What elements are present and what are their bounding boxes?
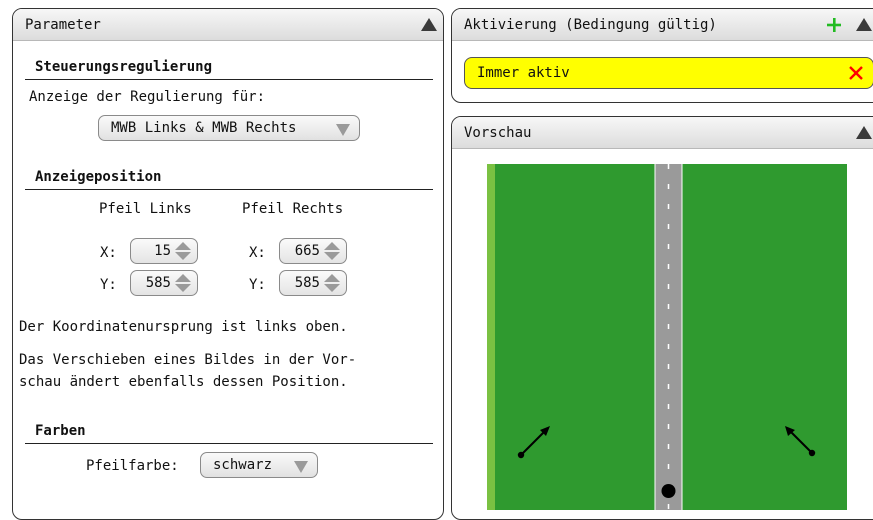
road-green-right [682, 164, 847, 510]
vorschau-header[interactable]: Vorschau [452, 117, 873, 149]
right-x-stepper[interactable]: 665 [279, 238, 347, 264]
right-y-value: 585 [294, 275, 320, 291]
move-note-line2: schau ändert ebenfalls dessen Position. [19, 374, 348, 390]
origin-note: Der Koordinatenursprung ist links oben. [19, 319, 348, 335]
vehicle-marker [661, 484, 676, 498]
road-green-left [487, 164, 655, 510]
position-divider [25, 189, 433, 190]
steuerung-label: Anzeige der Regulierung für: [29, 89, 266, 105]
condition-label: Immer aktiv [477, 65, 570, 81]
steuerung-divider [25, 79, 433, 80]
aktivierung-title: Aktivierung (Bedingung gültig) [464, 16, 717, 33]
vorschau-title: Vorschau [464, 124, 532, 141]
condition-item[interactable]: Immer aktiv [464, 57, 873, 89]
increment-icon[interactable] [324, 242, 340, 250]
aktivierung-header[interactable]: Aktivierung (Bedingung gültig) [452, 9, 873, 41]
parameter-header[interactable]: Parameter [13, 9, 443, 41]
collapse-icon[interactable] [856, 18, 872, 31]
right-y-label: Y: [249, 277, 266, 293]
left-y-stepper[interactable]: 585 [130, 270, 198, 296]
right-x-label: X: [249, 245, 266, 261]
collapse-icon[interactable] [421, 18, 437, 31]
pfeil-rechts-label: Pfeil Rechts [242, 201, 344, 217]
left-x-stepper[interactable]: 15 [130, 238, 198, 264]
regulierung-select-value: MWB Links & MWB Rechts [111, 120, 297, 136]
steuerung-heading: Steuerungsregulierung [35, 59, 213, 75]
right-y-stepper[interactable]: 585 [279, 270, 347, 296]
road-edge [487, 164, 495, 510]
farben-divider [25, 443, 433, 444]
chevron-down-icon [294, 461, 308, 473]
left-x-value: 15 [154, 243, 171, 259]
right-x-value: 665 [294, 243, 320, 259]
left-y-label: Y: [100, 277, 117, 293]
decrement-icon[interactable] [175, 252, 191, 260]
center-road [655, 164, 682, 510]
chevron-down-icon [336, 124, 350, 136]
pfeilfarbe-label: Pfeilfarbe: [86, 458, 179, 474]
preview-canvas[interactable] [487, 164, 847, 510]
delete-icon[interactable] [848, 65, 864, 81]
pfeilfarbe-select-value: schwarz [213, 457, 273, 473]
move-note-line1: Das Verschieben eines Bildes in der Vor- [19, 352, 357, 368]
add-icon[interactable] [826, 17, 842, 33]
decrement-icon[interactable] [324, 252, 340, 260]
increment-icon[interactable] [175, 242, 191, 250]
left-x-label: X: [100, 245, 117, 261]
vorschau-panel: Vorschau [451, 116, 873, 520]
increment-icon[interactable] [324, 274, 340, 282]
parameter-title: Parameter [25, 16, 101, 33]
decrement-icon[interactable] [324, 284, 340, 292]
collapse-icon[interactable] [856, 126, 872, 139]
aktivierung-panel: Aktivierung (Bedingung gültig) Immer akt… [451, 8, 873, 103]
farben-heading: Farben [35, 423, 86, 439]
increment-icon[interactable] [175, 274, 191, 282]
regulierung-select[interactable]: MWB Links & MWB Rechts [98, 115, 360, 141]
pfeilfarbe-select[interactable]: schwarz [200, 452, 318, 478]
position-heading: Anzeigeposition [35, 169, 162, 185]
pfeil-links-label: Pfeil Links [99, 201, 192, 217]
parameter-panel: Parameter Steuerungsregulierung Anzeige … [12, 8, 444, 520]
left-y-value: 585 [145, 275, 171, 291]
decrement-icon[interactable] [175, 284, 191, 292]
